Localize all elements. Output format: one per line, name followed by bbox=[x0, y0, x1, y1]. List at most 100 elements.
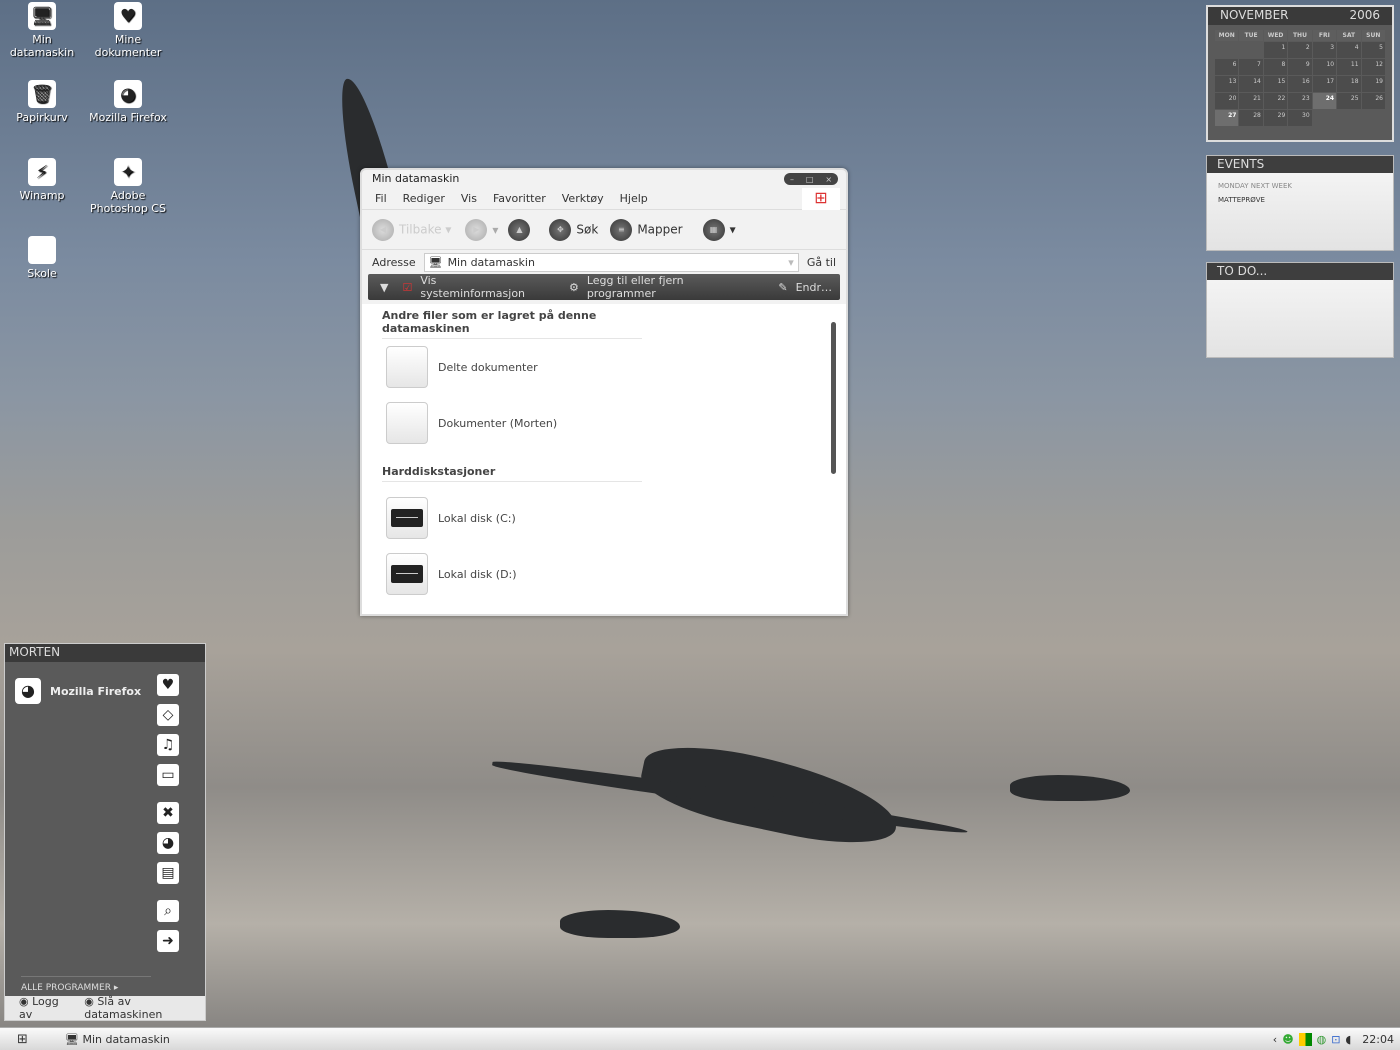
calendar-day[interactable]: 11 bbox=[1337, 59, 1361, 75]
calendar-day[interactable]: 13 bbox=[1215, 76, 1239, 92]
calendar-day[interactable]: 2 bbox=[1288, 42, 1312, 58]
sysinfo-icon: ☑ bbox=[402, 280, 413, 294]
desktop-icon[interactable]: 🗑 Papirkurv bbox=[0, 80, 84, 124]
dropdown-icon[interactable]: ▾ bbox=[788, 256, 798, 269]
calendar-day[interactable]: 25 bbox=[1337, 93, 1361, 109]
desktop-icon[interactable]: ♥ Mine dokumenter bbox=[86, 2, 170, 59]
calendar-day[interactable]: 6 bbox=[1215, 59, 1239, 75]
title-bar[interactable]: Min datamaskin – □ × bbox=[362, 170, 846, 188]
control-panel-icon[interactable]: ✖ bbox=[157, 802, 179, 824]
calendar-day[interactable]: 12 bbox=[1361, 59, 1385, 75]
task-sysinfo[interactable]: Vis systeminformasjon bbox=[420, 274, 539, 300]
vertical-scrollbar[interactable] bbox=[830, 310, 838, 610]
calendar-day[interactable]: 24 bbox=[1312, 93, 1337, 109]
menu-favoritter[interactable]: Favoritter bbox=[493, 192, 546, 205]
desktop-icon[interactable]: ◕ Mozilla Firefox bbox=[86, 80, 170, 124]
calendar-day[interactable]: 1 bbox=[1263, 42, 1288, 58]
menu-fil[interactable]: Fil bbox=[375, 192, 387, 205]
calendar-day[interactable]: 20 bbox=[1215, 93, 1239, 109]
printer-icon[interactable]: ▤ bbox=[157, 862, 179, 884]
calendar-empty bbox=[1239, 42, 1262, 58]
user-name: MORTEN bbox=[5, 644, 205, 662]
minimize-button[interactable]: – bbox=[790, 175, 794, 184]
desktop-icon[interactable]: ✦ Adobe Photoshop CS bbox=[86, 158, 170, 215]
list-item[interactable]: Delte dokumenter bbox=[382, 339, 846, 395]
explorer-window: Min datamaskin – □ × Fil Rediger Vis Favor… bbox=[360, 168, 848, 616]
calendar-day[interactable]: 16 bbox=[1288, 76, 1312, 92]
menu-hjelp[interactable]: Hjelp bbox=[620, 192, 648, 205]
shutdown-button[interactable]: ◉ Slå av datamaskinen bbox=[84, 995, 205, 1021]
expand-tray-icon[interactable]: ‹ bbox=[1273, 1033, 1277, 1046]
menu-verktoy[interactable]: Verktøy bbox=[562, 192, 604, 205]
calendar-day[interactable]: 8 bbox=[1263, 59, 1288, 75]
maximize-button[interactable]: □ bbox=[806, 175, 814, 184]
clock[interactable]: 22:04 bbox=[1362, 1033, 1394, 1046]
calendar-day[interactable]: 4 bbox=[1337, 42, 1361, 58]
weekday-header: THU bbox=[1288, 30, 1312, 41]
task-add-remove[interactable]: Legg til eller fjern programmer bbox=[587, 274, 749, 300]
desktop-icon[interactable]: ⚡ Winamp bbox=[0, 158, 84, 202]
calendar-day[interactable]: 7 bbox=[1239, 59, 1263, 75]
address-input[interactable]: 🖥 Min datamaskin ▾ bbox=[423, 252, 799, 272]
taskbar-task[interactable]: 🖥 Min datamaskin bbox=[65, 1033, 170, 1046]
calendar-day[interactable]: 30 bbox=[1288, 110, 1312, 126]
computer-icon: 🖥 bbox=[428, 255, 443, 269]
search-icon[interactable]: ⌕ bbox=[157, 900, 179, 922]
pictures-icon[interactable]: ◇ bbox=[157, 704, 179, 726]
calendar-day[interactable]: 3 bbox=[1312, 42, 1337, 58]
calendar-day[interactable]: 14 bbox=[1239, 76, 1263, 92]
go-button[interactable]: Gå til bbox=[807, 256, 836, 269]
scroll-thumb[interactable] bbox=[831, 322, 836, 474]
up-folder-button[interactable]: ▲ bbox=[508, 218, 531, 241]
list-item[interactable]: Lokal disk (C:) bbox=[382, 490, 846, 546]
menu-vis[interactable]: Vis bbox=[461, 192, 477, 205]
collapse-icon[interactable]: ▼ bbox=[380, 281, 388, 294]
list-item[interactable]: Lokal disk (D:) bbox=[382, 546, 846, 602]
calendar-day[interactable]: 23 bbox=[1288, 93, 1312, 109]
calendar-day[interactable]: 15 bbox=[1263, 76, 1288, 92]
back-button[interactable]: ◀ Tilbake ▾ bbox=[372, 218, 451, 241]
calendar-day[interactable]: 5 bbox=[1361, 42, 1385, 58]
views-button[interactable]: ▦ ▾ bbox=[702, 218, 736, 241]
calendar-day[interactable]: 9 bbox=[1288, 59, 1312, 75]
calendar-day[interactable]: 17 bbox=[1312, 76, 1337, 92]
desktop-icon[interactable]: 🖥 Min datamaskin bbox=[0, 2, 84, 59]
flag-icon[interactable] bbox=[1298, 1032, 1312, 1046]
network-icon[interactable]: ◕ bbox=[157, 832, 179, 854]
start-button[interactable]: ⊞ bbox=[0, 1032, 45, 1047]
documents-heart-icon[interactable]: ♥ bbox=[157, 674, 179, 696]
network-icon[interactable]: ⊡ bbox=[1331, 1033, 1340, 1046]
computer-icon[interactable]: ▭ bbox=[157, 764, 179, 786]
desktop-icon[interactable]: Skole bbox=[0, 236, 84, 280]
calendar-day[interactable]: 10 bbox=[1312, 59, 1337, 75]
search-button[interactable]: ✥ Søk bbox=[549, 218, 598, 241]
utorrent-icon[interactable]: ◍ bbox=[1317, 1033, 1327, 1046]
music-icon[interactable]: ♫ bbox=[157, 734, 179, 756]
calendar-day[interactable]: 29 bbox=[1263, 110, 1288, 126]
logoff-button[interactable]: ◉ Logg av bbox=[19, 995, 72, 1021]
event-item[interactable]: MATTEPRØVE bbox=[1207, 190, 1393, 210]
calendar-day[interactable]: 19 bbox=[1361, 76, 1385, 92]
calendar-day[interactable]: 22 bbox=[1263, 93, 1288, 109]
calendar-empty bbox=[1215, 42, 1238, 58]
calendar-day[interactable]: 18 bbox=[1337, 76, 1361, 92]
menu-rediger[interactable]: Rediger bbox=[403, 192, 445, 205]
volume-icon[interactable]: ◖ bbox=[1346, 1033, 1352, 1046]
close-button[interactable]: × bbox=[825, 175, 832, 184]
messenger-icon[interactable]: ☻ bbox=[1282, 1033, 1293, 1046]
list-item[interactable]: Dokumenter (Morten) bbox=[382, 395, 846, 451]
hard-disk-icon bbox=[386, 553, 428, 595]
calendar-month: NOVEMBER bbox=[1220, 8, 1289, 22]
calendar-day[interactable]: 27 bbox=[1215, 110, 1239, 126]
all-programs-button[interactable]: ALLE PROGRAMMER ▸ bbox=[21, 976, 151, 993]
calendar-day[interactable]: 26 bbox=[1361, 93, 1385, 109]
run-icon[interactable]: ➜ bbox=[157, 930, 179, 952]
item-label: Delte dokumenter bbox=[438, 360, 538, 374]
task-change[interactable]: Endr… bbox=[796, 281, 832, 294]
search-icon: ✥ bbox=[549, 218, 572, 241]
toolbar: ◀ Tilbake ▾ ▶ ▾ ▲ ✥ Søk ≡ Mapper ▦ ▾ bbox=[362, 210, 846, 250]
folders-button[interactable]: ≡ Mapper bbox=[610, 218, 683, 241]
calendar-day[interactable]: 28 bbox=[1239, 110, 1263, 126]
calendar-day[interactable]: 21 bbox=[1239, 93, 1263, 109]
forward-button[interactable]: ▶ bbox=[465, 218, 488, 241]
